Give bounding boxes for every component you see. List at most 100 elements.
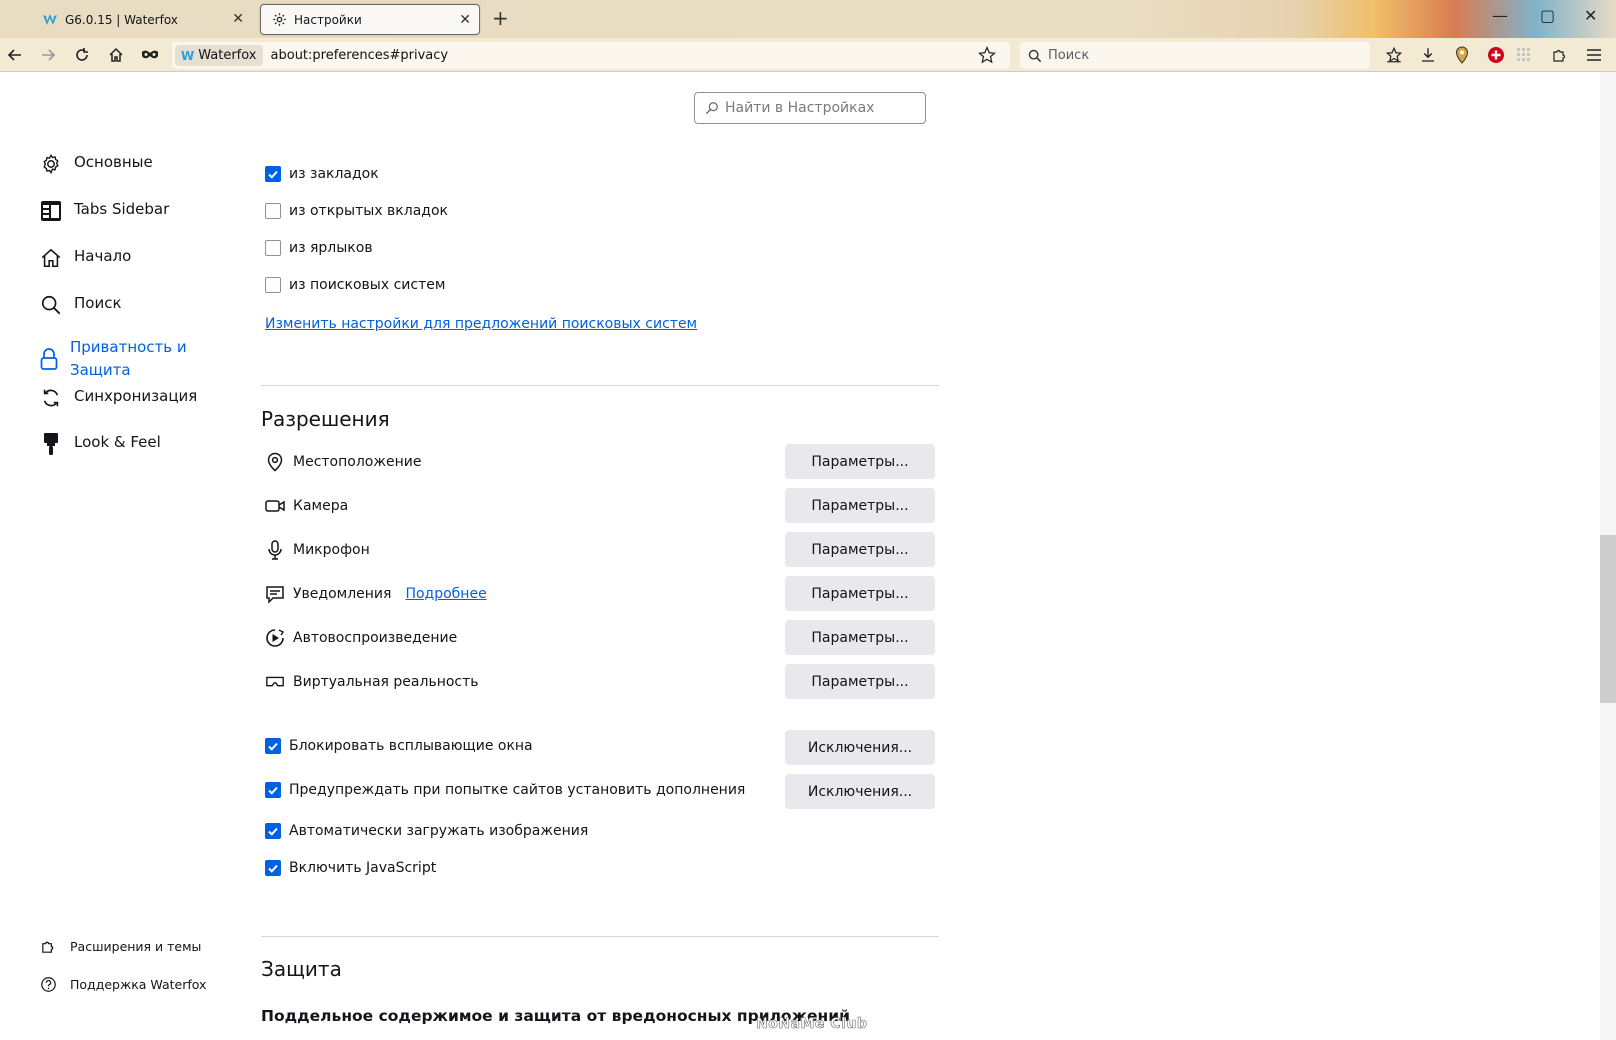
tab-close-icon[interactable]: ✕: [459, 12, 471, 28]
notifications-settings-button[interactable]: Параметры...: [785, 576, 935, 611]
notifications-learn-more-link[interactable]: Подробнее: [405, 586, 486, 602]
url-bar[interactable]: W Waterfox about:preferences#privacy: [172, 42, 1010, 69]
checkbox-checked-icon[interactable]: [265, 782, 281, 798]
sidebar-item-search[interactable]: Поиск: [38, 292, 122, 318]
sidebar-item-sync[interactable]: Синхронизация: [38, 385, 197, 411]
mask-icon: [142, 50, 158, 59]
microphone-settings-button[interactable]: Параметры...: [785, 532, 935, 567]
load-images-checkbox[interactable]: Автоматически загружать изображения: [265, 823, 588, 839]
location-settings-button[interactable]: Параметры...: [785, 444, 935, 479]
find-placeholder: Найти в Настройках: [725, 100, 875, 116]
puzzle-icon: [38, 936, 58, 956]
vr-settings-button[interactable]: Параметры...: [785, 664, 935, 699]
sidebar-item-label: Поиск: [74, 294, 122, 312]
sidebar-item-general[interactable]: Основные: [38, 151, 153, 177]
search-placeholder: Поиск: [1048, 48, 1090, 63]
checkbox-checked-icon[interactable]: [265, 860, 281, 876]
tab-settings[interactable]: Настройки ✕: [260, 4, 480, 35]
permission-autoplay: Автовоспроизведение: [265, 628, 457, 648]
scrollbar-thumb[interactable]: [1600, 535, 1616, 703]
sidebar-item-privacy[interactable]: Приватность и Защита: [38, 336, 208, 382]
grid-icon: [1517, 48, 1530, 61]
reload-icon: [76, 48, 88, 61]
url-text[interactable]: about:preferences#privacy: [271, 48, 449, 63]
suggest-open-tabs-checkbox[interactable]: из открытых вкладок: [265, 203, 448, 219]
app-menu-button[interactable]: [1582, 43, 1606, 67]
permissions-heading: Разрешения: [261, 407, 390, 431]
popup-exceptions-button[interactable]: Исключения...: [785, 730, 935, 765]
waterfox-logo-icon: [42, 12, 58, 28]
sidebar-item-look-and-feel[interactable]: Look & Feel: [38, 431, 161, 457]
forward-button[interactable]: [36, 43, 60, 67]
new-tab-button[interactable]: +: [492, 6, 509, 30]
tab-close-icon[interactable]: ✕: [232, 11, 244, 27]
checkbox-checked-icon[interactable]: [265, 738, 281, 754]
permission-label: Виртуальная реальность: [293, 674, 479, 690]
location-pin-icon: [1455, 46, 1469, 64]
downloads-button[interactable]: [1416, 43, 1440, 67]
change-search-suggestions-link[interactable]: Изменить настройки для предложений поиск…: [265, 316, 697, 332]
camera-settings-button[interactable]: Параметры...: [785, 488, 935, 523]
home-icon: [109, 47, 123, 62]
maximize-button[interactable]: ▢: [1540, 6, 1555, 25]
grid-extension-button[interactable]: [1512, 43, 1536, 67]
waterfox-logo-icon: W: [181, 48, 195, 63]
autoplay-settings-button[interactable]: Параметры...: [785, 620, 935, 655]
home-icon: [38, 245, 64, 271]
checkbox-unchecked-icon[interactable]: [265, 203, 281, 219]
home-button[interactable]: [104, 43, 128, 67]
adblock-extension-button[interactable]: [1484, 43, 1508, 67]
help-icon: [38, 974, 58, 994]
identity-label: Waterfox: [198, 48, 257, 63]
block-popups-checkbox[interactable]: Блокировать всплывающие окна: [265, 738, 533, 754]
window-close-button[interactable]: ✕: [1584, 6, 1597, 25]
sidebar-item-label: Look & Feel: [74, 433, 161, 451]
search-bar[interactable]: Поиск: [1020, 42, 1370, 69]
suggest-search-engines-checkbox[interactable]: из поисковых систем: [265, 277, 445, 293]
suggest-shortcuts-checkbox[interactable]: из ярлыков: [265, 240, 373, 256]
checkbox-checked-icon[interactable]: [265, 823, 281, 839]
notification-icon: [265, 584, 285, 604]
permission-label: Местоположение: [293, 454, 422, 470]
permission-label: Автовоспроизведение: [293, 630, 458, 646]
sidebar-item-home[interactable]: Начало: [38, 245, 131, 271]
location-extension-button[interactable]: [1450, 43, 1474, 67]
paintbrush-icon: [38, 431, 64, 457]
checkbox-unchecked-icon[interactable]: [265, 277, 281, 293]
checkbox-label: из ярлыков: [289, 240, 373, 256]
permission-label: Камера: [293, 498, 349, 514]
tab-waterfox[interactable]: G6.0.15 | Waterfox ✕: [32, 4, 252, 35]
sidebar-footer-label: Расширения и темы: [70, 938, 202, 954]
arrow-left-icon: [7, 49, 21, 61]
sidebar-item-label: Начало: [74, 247, 132, 265]
bookmark-star-icon[interactable]: [978, 45, 996, 68]
navigation-toolbar: W Waterfox about:preferences#privacy Пои…: [0, 38, 1616, 72]
checkbox-unchecked-icon[interactable]: [265, 240, 281, 256]
private-mask-button[interactable]: [138, 43, 162, 67]
puzzle-icon: [1553, 49, 1566, 62]
checkbox-checked-icon[interactable]: [265, 166, 281, 182]
minimize-button[interactable]: —: [1492, 6, 1508, 25]
download-icon: [1422, 48, 1434, 62]
bookmarks-menu-button[interactable]: [1382, 43, 1406, 67]
warn-addon-install-checkbox[interactable]: Предупреждать при попытке сайтов установ…: [265, 782, 745, 798]
checkbox-label: из закладок: [289, 166, 379, 182]
sidebar-item-tabs-sidebar[interactable]: Tabs Sidebar: [38, 198, 169, 224]
permission-label: Уведомления: [293, 586, 392, 602]
enable-javascript-checkbox[interactable]: Включить JavaScript: [265, 860, 436, 876]
identity-box[interactable]: W Waterfox: [175, 45, 263, 66]
extensions-button[interactable]: [1548, 43, 1572, 67]
suggest-bookmarks-checkbox[interactable]: из закладок: [265, 166, 379, 182]
addon-exceptions-button[interactable]: Исключения...: [785, 774, 935, 809]
section-divider: [261, 385, 939, 386]
back-button[interactable]: [3, 43, 27, 67]
permission-label: Микрофон: [293, 542, 370, 558]
reload-button[interactable]: [70, 43, 94, 67]
find-in-preferences-input[interactable]: Найти в Настройках: [694, 92, 926, 124]
bookmarks-star-icon: [1385, 46, 1403, 63]
sidebar-support-link[interactable]: Поддержка Waterfox: [38, 974, 206, 994]
sidebar-item-label: Синхронизация: [74, 387, 198, 405]
tab-title: G6.0.15 | Waterfox: [65, 12, 178, 27]
sidebar-extensions-link[interactable]: Расширения и темы: [38, 936, 201, 956]
checkbox-label: Блокировать всплывающие окна: [289, 738, 533, 754]
